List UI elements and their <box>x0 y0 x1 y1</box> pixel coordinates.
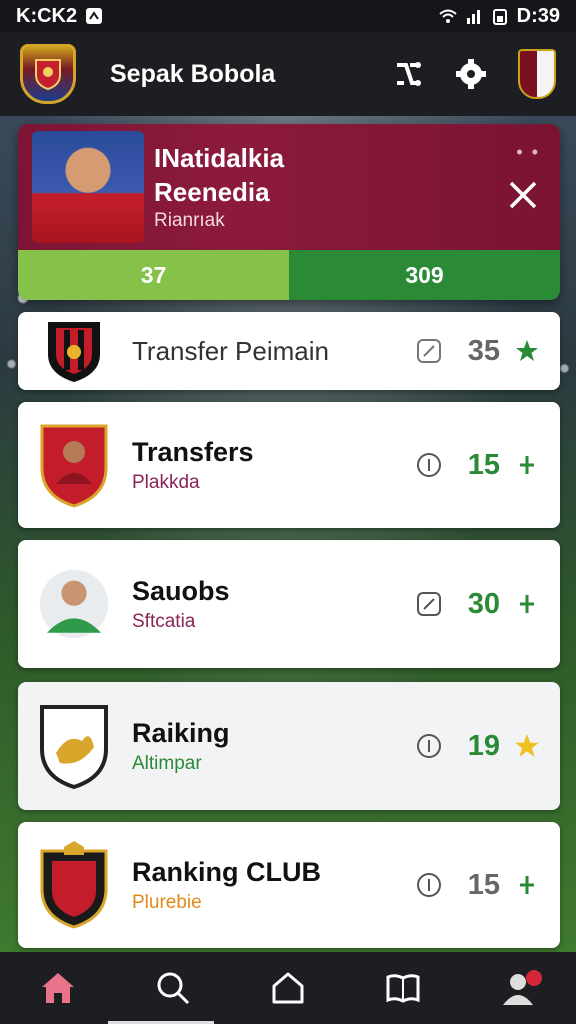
item-count: 15 <box>467 448 500 481</box>
club-logo-icon <box>38 841 110 929</box>
book-icon <box>386 974 420 1003</box>
info-icon[interactable] <box>416 733 442 759</box>
plus-icon[interactable] <box>516 874 538 896</box>
player-avatar <box>38 568 110 640</box>
hero-dots: • • <box>516 142 540 162</box>
list-item[interactable]: Transfers Plakkda 15 <box>18 402 560 528</box>
plus-icon[interactable] <box>516 454 538 476</box>
player-hero-card[interactable]: INatidalkia Reenedia Rianrıak • • 37 309 <box>18 124 560 300</box>
house-outline-icon <box>272 972 304 1004</box>
notification-icon <box>86 8 103 24</box>
nav-profile[interactable] <box>488 958 548 1018</box>
status-time: K:CK2 <box>16 4 78 27</box>
item-title: Transfers <box>132 436 254 467</box>
stat-left: 37 <box>18 250 289 300</box>
nav-book[interactable] <box>373 958 433 1018</box>
edit-icon[interactable] <box>416 591 442 617</box>
nav-house[interactable] <box>258 958 318 1018</box>
star-icon[interactable] <box>514 733 540 759</box>
signal-icon <box>466 10 480 24</box>
nav-search[interactable] <box>143 958 203 1018</box>
item-title: Transfer Peimain <box>132 335 329 366</box>
item-title: Raiking <box>132 717 230 748</box>
info-icon[interactable] <box>416 452 442 478</box>
home-icon <box>41 973 74 1003</box>
bottom-navigation <box>0 952 576 1024</box>
item-count: 30 <box>467 587 500 620</box>
status-bar: K:CK2 D:39 <box>0 0 576 32</box>
list-item[interactable]: Transfer Peimain 35 <box>18 312 560 390</box>
item-subtitle: Altimpar <box>132 752 202 774</box>
star-icon[interactable] <box>515 339 539 363</box>
club-logo-icon <box>38 705 110 789</box>
search-icon <box>157 972 189 1005</box>
item-count: 19 <box>467 729 500 762</box>
plus-icon[interactable] <box>516 593 538 615</box>
shuffle-icon[interactable] <box>390 57 424 91</box>
item-count: 35 <box>467 334 500 367</box>
club-badge-icon[interactable] <box>518 49 556 99</box>
list-item[interactable]: Raiking Altimpar 19 <box>18 682 560 810</box>
hero-name-line2: Reenedia <box>154 177 270 207</box>
app-title: Sepak Bobola <box>110 59 276 88</box>
nav-home[interactable] <box>28 958 88 1018</box>
close-icon[interactable] <box>506 178 540 212</box>
wifi-icon <box>438 9 457 23</box>
stat-right: 309 <box>289 250 560 300</box>
item-title: Sauobs <box>132 575 230 606</box>
list-item[interactable]: Ranking CLUB Plurebie 15 <box>18 822 560 948</box>
edit-icon[interactable] <box>416 338 442 364</box>
hero-subtitle: Rianrıak <box>154 210 225 231</box>
club-logo-icon <box>38 315 110 387</box>
app-logo <box>20 44 76 104</box>
item-subtitle: Plakkda <box>132 471 200 493</box>
hero-name-line1: INatidalkia <box>154 143 285 173</box>
info-icon[interactable] <box>416 872 442 898</box>
player-photo <box>32 131 144 243</box>
shield-icon <box>35 59 61 91</box>
list-item[interactable]: Sauobs Sftcatia 30 <box>18 540 560 668</box>
item-title: Ranking CLUB <box>132 856 321 887</box>
settings-icon[interactable] <box>454 57 488 91</box>
app-bar: Sepak Bobola <box>0 32 576 116</box>
player-avatar <box>38 424 110 508</box>
battery-icon <box>492 9 507 25</box>
notification-badge <box>526 970 543 986</box>
item-subtitle: Plurebie <box>132 891 202 913</box>
status-clock: D:39 <box>516 4 560 27</box>
item-count: 15 <box>467 868 500 901</box>
item-subtitle: Sftcatia <box>132 610 196 632</box>
